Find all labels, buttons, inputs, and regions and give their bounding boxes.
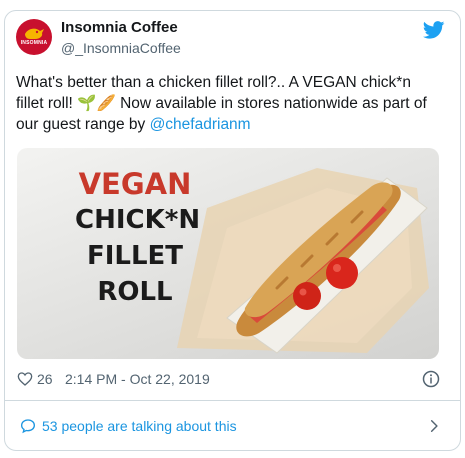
- account-handle[interactable]: @_InsomniaCoffee: [61, 40, 181, 56]
- talking-about-label[interactable]: 53 people are talking about this: [42, 418, 237, 434]
- tweet-timestamp[interactable]: 2:14 PM - Oct 22, 2019: [65, 371, 210, 387]
- talking-about-row[interactable]: 53 people are talking about this: [4, 401, 461, 450]
- twitter-bird-icon[interactable]: [423, 21, 445, 39]
- tweet-emoji: 🌱🥖: [77, 95, 116, 112]
- heart-icon[interactable]: [17, 371, 33, 387]
- mention-link[interactable]: @chefadrianm: [150, 116, 251, 133]
- bird-logo-icon: [25, 28, 44, 39]
- sandwich-illustration: [177, 168, 429, 354]
- avatar[interactable]: INSOMNIA: [16, 19, 52, 55]
- display-name[interactable]: Insomnia Coffee: [61, 19, 178, 36]
- chevron-right-icon[interactable]: [427, 419, 441, 433]
- tweet-media-image[interactable]: VEGAN CHICK*N FILLET ROLL: [17, 148, 439, 359]
- speech-bubble-icon: [20, 419, 36, 434]
- like-count[interactable]: 26: [37, 371, 53, 387]
- tweet-footer: 26 2:14 PM - Oct 22, 2019: [16, 369, 441, 391]
- info-icon[interactable]: [422, 370, 440, 388]
- tweet-text: What's better than a chicken fillet roll…: [16, 72, 441, 135]
- avatar-logo-text: INSOMNIA: [20, 40, 48, 46]
